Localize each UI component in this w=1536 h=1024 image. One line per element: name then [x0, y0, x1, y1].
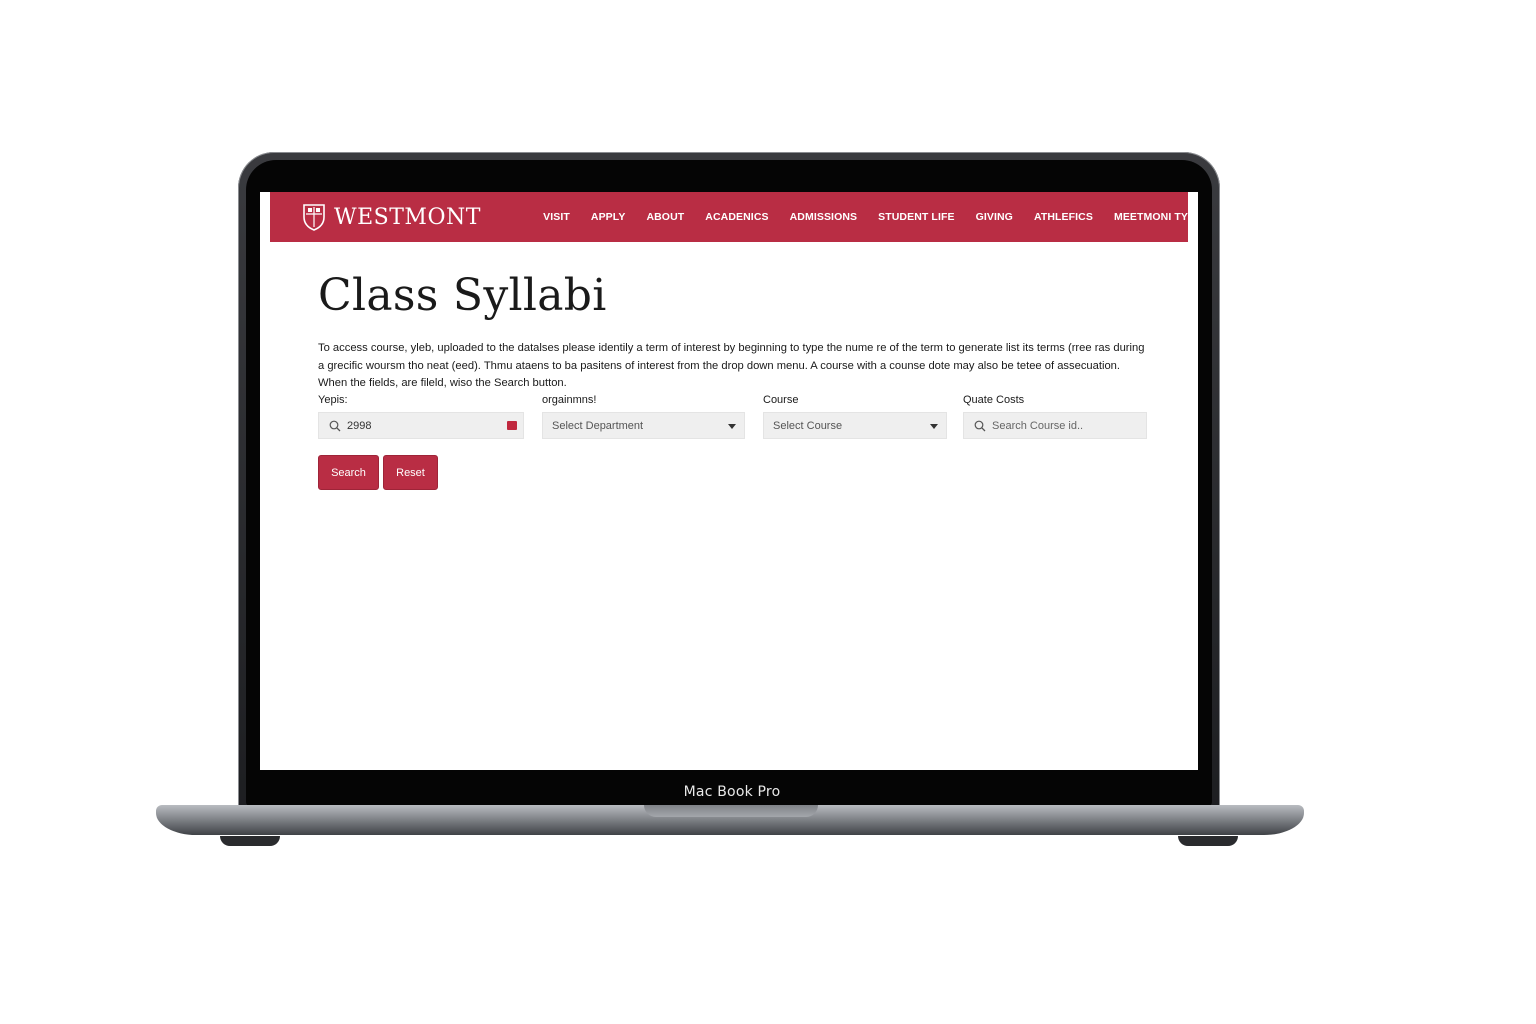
course-selected: Select Course	[773, 419, 843, 432]
site-header: WESTMONT VISIT APPLY ABOUT ACADENICS ADM…	[270, 192, 1188, 242]
course-select[interactable]: Select Course	[763, 412, 947, 439]
nav-academics[interactable]: ACADENICS	[705, 211, 768, 223]
logo-wordmark: WESTMONT	[334, 204, 481, 230]
device-label: Mac Book Pro	[683, 784, 781, 800]
nav-community[interactable]: MEETMONI TY	[1114, 211, 1188, 223]
crest-icon	[303, 204, 325, 231]
course-id-input-wrapper[interactable]	[963, 412, 1147, 439]
intro-text: To access course, yleb, uploaded to the …	[318, 342, 1145, 389]
term-input[interactable]	[347, 419, 487, 432]
department-select[interactable]: Select Department	[542, 412, 745, 439]
department-label: orgainmns!	[542, 394, 597, 406]
page-title: Class Syllabi	[318, 270, 607, 321]
department-field: orgainmns! Select Department	[542, 392, 745, 439]
course-id-label: Quate Costs	[963, 394, 1025, 406]
laptop-screen: WESTMONT VISIT APPLY ABOUT ACADENICS ADM…	[260, 192, 1198, 770]
course-id-input[interactable]	[992, 419, 1132, 432]
search-icon	[974, 420, 986, 431]
site-logo[interactable]: WESTMONT	[302, 203, 515, 231]
search-icon	[329, 420, 341, 431]
term-label: Yepis:	[318, 394, 348, 406]
nav-giving[interactable]: GIVING	[976, 211, 1013, 223]
search-button[interactable]: Search	[318, 455, 379, 490]
main-nav: VISIT APPLY ABOUT ACADENICS ADMISSIONS S…	[543, 211, 1188, 223]
nav-visit[interactable]: VISIT	[543, 211, 570, 223]
laptop-foot-right	[1178, 836, 1238, 846]
nav-student-life[interactable]: STUDENT LIFE	[878, 211, 954, 223]
stage: WESTMONT VISIT APPLY ABOUT ACADENICS ADM…	[0, 0, 1536, 1024]
chevron-down-icon	[728, 424, 736, 429]
department-selected: Select Department	[552, 419, 644, 432]
nav-apply[interactable]: APPLY	[591, 211, 626, 223]
course-field: Course Select Course	[763, 392, 947, 439]
nav-admissions[interactable]: ADMISSIONS	[790, 211, 858, 223]
term-input-wrapper[interactable]	[318, 412, 524, 439]
course-label: Course	[763, 394, 799, 406]
clear-icon[interactable]	[507, 421, 517, 430]
nav-athletics[interactable]: ATHLEFICS	[1034, 211, 1093, 223]
term-field: Yepis:	[318, 392, 524, 439]
course-id-field: Quate Costs	[963, 392, 1147, 439]
laptop-foot-left	[220, 836, 280, 846]
reset-button[interactable]: Reset	[383, 455, 438, 490]
laptop-notch	[644, 805, 818, 817]
nav-about[interactable]: ABOUT	[646, 211, 684, 223]
chevron-down-icon	[930, 424, 938, 429]
